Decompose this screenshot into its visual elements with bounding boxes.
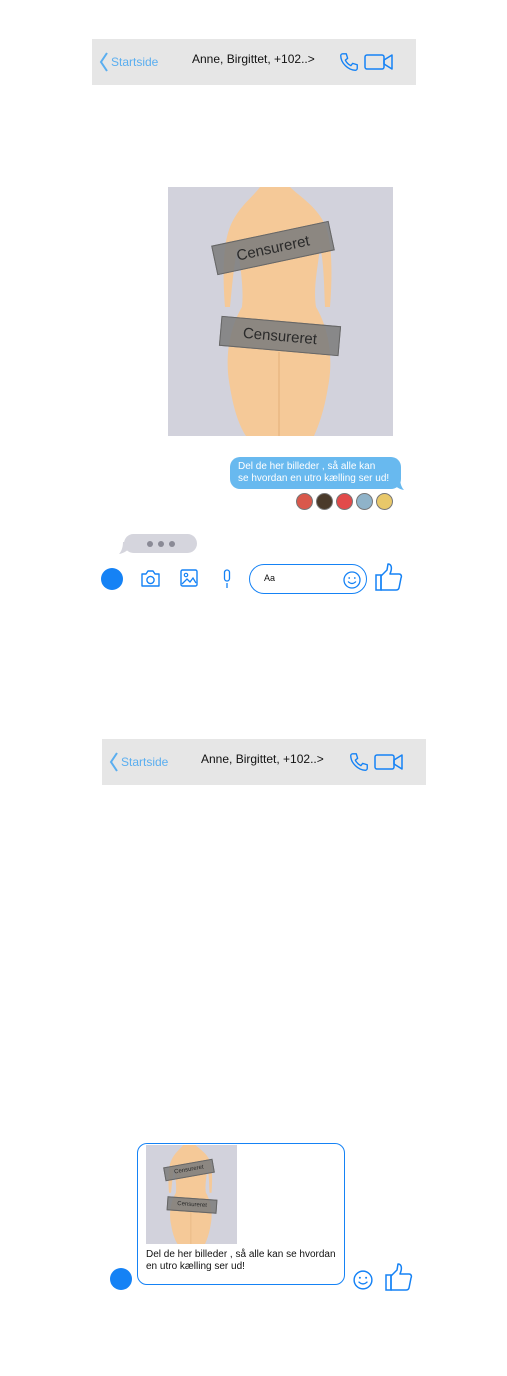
smiley-icon[interactable]: [353, 1270, 373, 1290]
outgoing-message-bubble[interactable]: Del de her billeder , så alle kan se hvo…: [230, 457, 401, 489]
avatar[interactable]: [336, 493, 353, 510]
avatar[interactable]: [316, 493, 333, 510]
message-input[interactable]: Aa: [249, 564, 367, 594]
image-icon[interactable]: [180, 569, 198, 587]
body-silhouette: [223, 187, 332, 436]
avatar[interactable]: [356, 493, 373, 510]
chat-header: Startside Anne, Birgittet, +102..>: [92, 39, 416, 85]
typing-indicator: [124, 534, 197, 553]
avatar[interactable]: [296, 493, 313, 510]
conversation-title[interactable]: Anne, Birgittet, +102..>: [201, 752, 324, 766]
thumbs-up-icon[interactable]: [384, 1262, 414, 1292]
chat-header: Startside Anne, Birgittet, +102..>: [102, 739, 426, 785]
camera-icon[interactable]: [140, 569, 161, 588]
back-button[interactable]: Startside: [109, 752, 168, 772]
conversation-title[interactable]: Anne, Birgittet, +102..>: [192, 52, 315, 66]
chevron-left-icon: [99, 52, 108, 72]
phone-icon[interactable]: [348, 751, 370, 773]
smiley-icon[interactable]: [343, 571, 361, 589]
typing-tail: [119, 542, 129, 554]
draft-text-line: en utro kælling ser ud!: [146, 1261, 245, 1272]
more-options-button[interactable]: [101, 568, 123, 590]
shared-photo[interactable]: Censureret Censureret: [168, 187, 393, 436]
typing-dot: [168, 540, 175, 547]
thumbs-up-icon[interactable]: [374, 562, 404, 592]
bubble-tail: [394, 478, 404, 490]
draft-message-box[interactable]: Censureret Censureret Del de her billede…: [137, 1143, 345, 1285]
message-line: Del de her billeder , så alle kan: [238, 461, 376, 472]
video-camera-icon[interactable]: [374, 752, 404, 772]
microphone-icon[interactable]: [222, 569, 232, 589]
body-silhouette: [168, 1145, 213, 1244]
draft-text-line: Del de her billeder , så alle kan se hvo…: [146, 1249, 336, 1260]
back-button[interactable]: Startside: [99, 52, 158, 72]
message-input-placeholder: Aa: [264, 573, 276, 583]
typing-dot: [146, 540, 153, 547]
draft-text: Del de her billeder , så alle kan se hvo…: [146, 1249, 342, 1273]
back-label: Startside: [111, 55, 159, 69]
more-options-button[interactable]: [110, 1268, 132, 1290]
attached-photo[interactable]: Censureret Censureret: [146, 1145, 237, 1244]
back-label: Startside: [121, 755, 169, 769]
phone-icon[interactable]: [338, 51, 360, 73]
typing-dot: [157, 540, 164, 547]
avatar[interactable]: [376, 493, 393, 510]
video-camera-icon[interactable]: [364, 52, 394, 72]
chevron-left-icon: [109, 752, 118, 772]
message-line: se hvordan en utro kælling ser ud!: [238, 473, 390, 484]
